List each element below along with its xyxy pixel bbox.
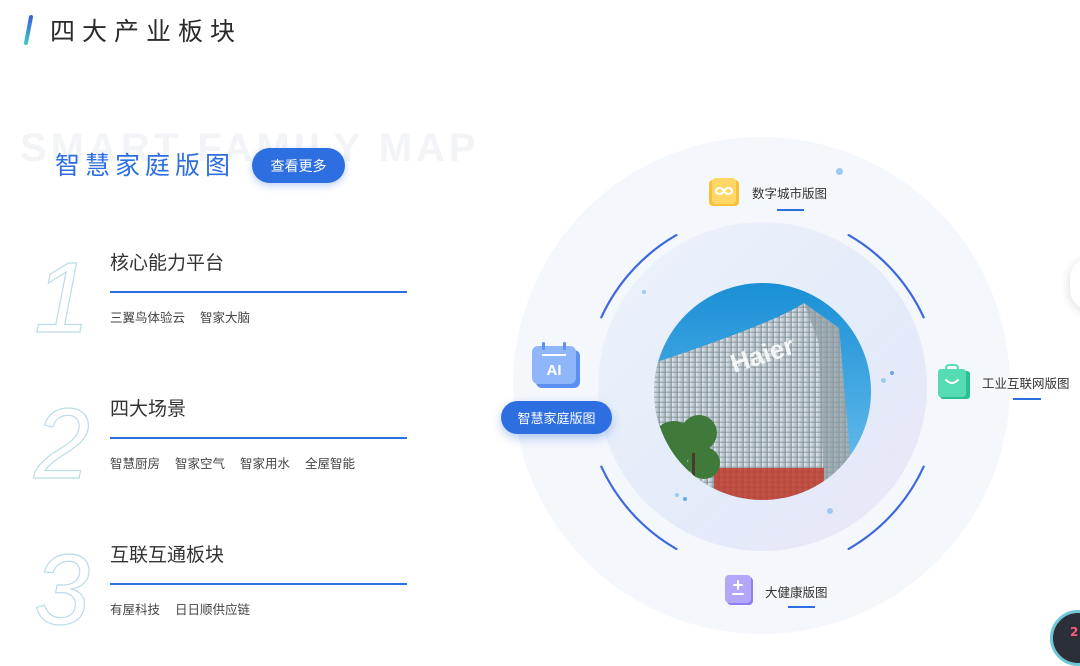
decor-dot <box>890 371 894 375</box>
decor-dot <box>642 290 646 294</box>
health-cross-icon[interactable] <box>723 573 755 607</box>
node-underline <box>777 209 804 211</box>
node-label-industrial-internet[interactable]: 工业互联网版图 <box>982 373 1070 392</box>
decor-dot <box>827 508 833 514</box>
floating-widget-badge: 2 <box>1070 625 1079 639</box>
map-arcs <box>600 234 925 550</box>
ai-calendar-icon[interactable]: AI <box>530 342 582 390</box>
node-underline <box>1013 398 1041 400</box>
infinity-icon[interactable] <box>707 176 741 210</box>
headquarters-photo: Haier <box>654 283 871 500</box>
decor-dot <box>675 493 679 497</box>
decor-dot <box>881 378 886 383</box>
map-node-smart-home[interactable]: 智慧家庭版图 <box>501 401 612 434</box>
node-underline <box>788 606 815 608</box>
node-label-digital-city[interactable]: 数字城市版图 <box>752 183 827 202</box>
shopping-bag-icon[interactable] <box>936 363 972 401</box>
decor-dot <box>836 168 843 175</box>
decor-dot <box>683 497 687 501</box>
node-label-health[interactable]: 大健康版图 <box>765 582 828 601</box>
industry-map: Haier 数字城市版图 工业互联网版图 大健康版图 AI 智慧家庭版图 2 <box>0 0 1080 666</box>
svg-text:AI: AI <box>547 362 562 379</box>
